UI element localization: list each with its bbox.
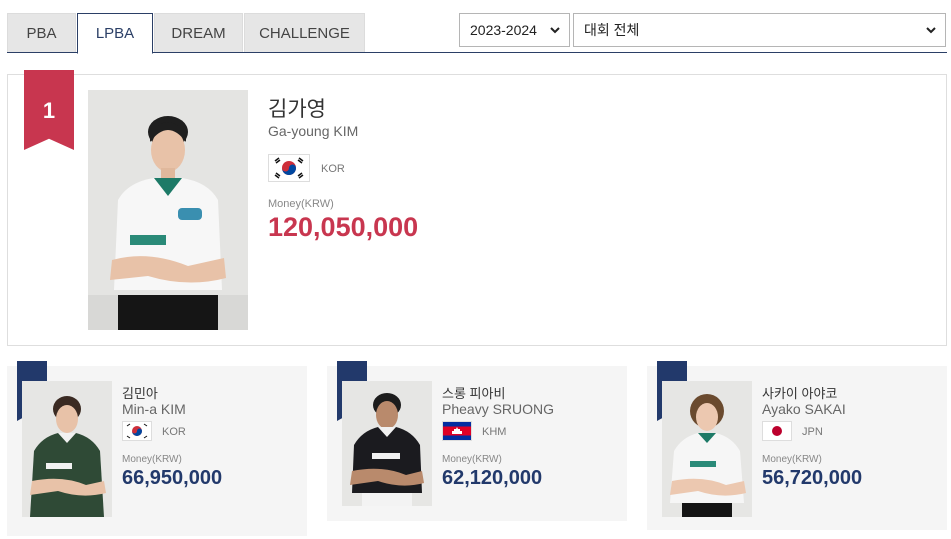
money-label: Money(KRW) [762,454,822,465]
rank-2-card[interactable]: 2 김민아 Min-a KIM KOR Money(KRW) 66,950,00… [7,361,307,536]
player-name-english: Min-a KIM [122,401,186,417]
player-name-english: Ayako SAKAI [762,401,846,417]
money-label: Money(KRW) [268,198,334,210]
chevron-down-icon [926,27,936,34]
korea-flag-icon [122,421,152,441]
player-country: KOR [321,163,345,175]
player-photo [342,381,432,506]
tab-challenge[interactable]: CHALLENGE [244,13,365,52]
rank-4-card[interactable]: 4 사카이 아야코 Ayako SAKAI JPN Money(KRW) 56,… [647,361,947,530]
player-name-korean: 김민아 [122,386,158,401]
money-label: Money(KRW) [122,454,182,465]
rank-3-card[interactable]: 3 스롱 피아비 Pheavy SRUONG KHM Money(KRW) 62… [327,361,627,521]
player-country: KOR [162,426,186,438]
player-country: JPN [802,426,823,438]
money-label: Money(KRW) [442,454,502,465]
tab-lpba[interactable]: LPBA [77,13,153,54]
tournament-select-value: 대회 전체 [584,22,640,38]
prize-money: 120,050,000 [268,212,419,242]
player-name-korean: 김가영 [268,98,326,121]
player-photo [662,381,752,517]
rank-1-card[interactable]: 1 김가영 Ga-young KIM KOR Money(KRW) 120,05… [7,70,947,346]
player-name-korean: 사카이 아야코 [762,386,838,401]
player-name-english: Ga-young KIM [268,123,359,139]
chevron-down-icon [550,27,560,34]
prize-money: 66,950,000 [122,467,223,489]
tab-dream[interactable]: DREAM [154,13,243,52]
player-name-english: Pheavy SRUONG [442,401,555,417]
prize-money: 62,120,000 [442,467,543,489]
rank-number: 1 [42,98,56,123]
player-photo [88,90,248,330]
tab-pba[interactable]: PBA [7,13,76,52]
cambodia-flag-icon [442,421,472,441]
player-name-korean: 스롱 피아비 [442,386,506,401]
player-country: KHM [482,426,507,438]
korea-flag-icon [268,154,310,182]
prize-money: 56,720,000 [762,467,863,489]
japan-flag-icon [762,421,792,441]
player-photo [22,381,112,517]
season-select-value: 2023-2024 [470,22,537,38]
tournament-select[interactable]: 대회 전체 [573,13,946,47]
rank-badge: 1 [24,70,74,150]
season-select[interactable]: 2023-2024 [459,13,570,47]
